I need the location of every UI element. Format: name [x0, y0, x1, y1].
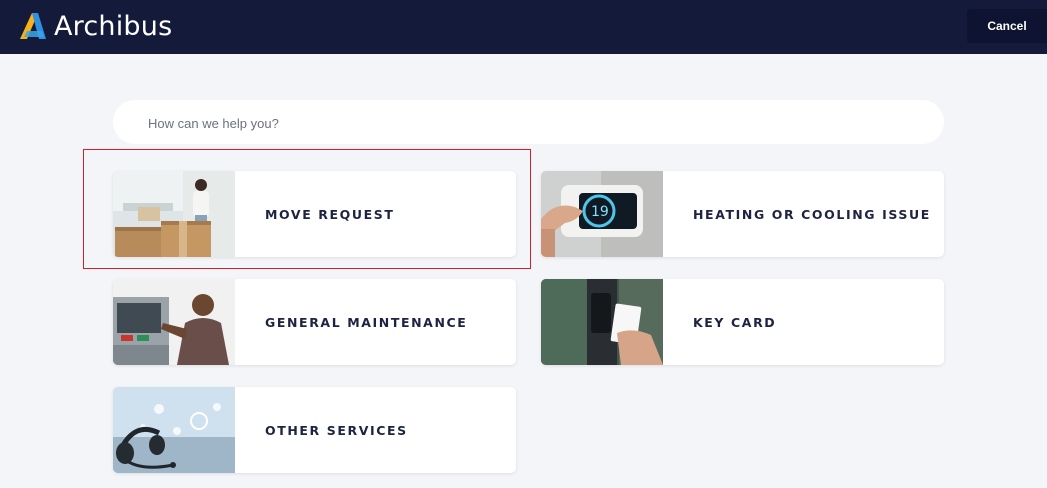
move-request-image: [113, 171, 235, 257]
thermostat-reading: 19: [591, 204, 609, 220]
card-general-maintenance[interactable]: GENERAL MAINTENANCE: [113, 279, 516, 365]
search-input[interactable]: [146, 100, 930, 146]
archibus-logo-icon: [20, 13, 46, 39]
card-other-services[interactable]: OTHER SERVICES: [113, 387, 516, 473]
card-label: OTHER SERVICES: [265, 422, 408, 438]
archibus-logo[interactable]: Archibus: [18, 10, 172, 42]
key-card-image: [541, 279, 663, 365]
card-label: MOVE REQUEST: [265, 206, 395, 222]
top-bar: Archibus Cancel: [0, 0, 1047, 54]
card-heating-cooling[interactable]: 19 HEATING OR COOLING ISSUE: [541, 171, 944, 257]
card-label: HEATING OR COOLING ISSUE: [693, 206, 931, 222]
general-maintenance-image: [113, 279, 235, 365]
search-bar[interactable]: [113, 100, 944, 146]
card-key-card[interactable]: KEY CARD: [541, 279, 944, 365]
card-move-request[interactable]: MOVE REQUEST: [113, 171, 516, 257]
cancel-button[interactable]: Cancel: [967, 9, 1047, 43]
brand-name: Archibus: [54, 10, 173, 42]
other-services-image: [113, 387, 235, 473]
card-label: GENERAL MAINTENANCE: [265, 314, 468, 330]
heating-cooling-image: 19: [541, 171, 663, 257]
card-label: KEY CARD: [693, 314, 777, 330]
